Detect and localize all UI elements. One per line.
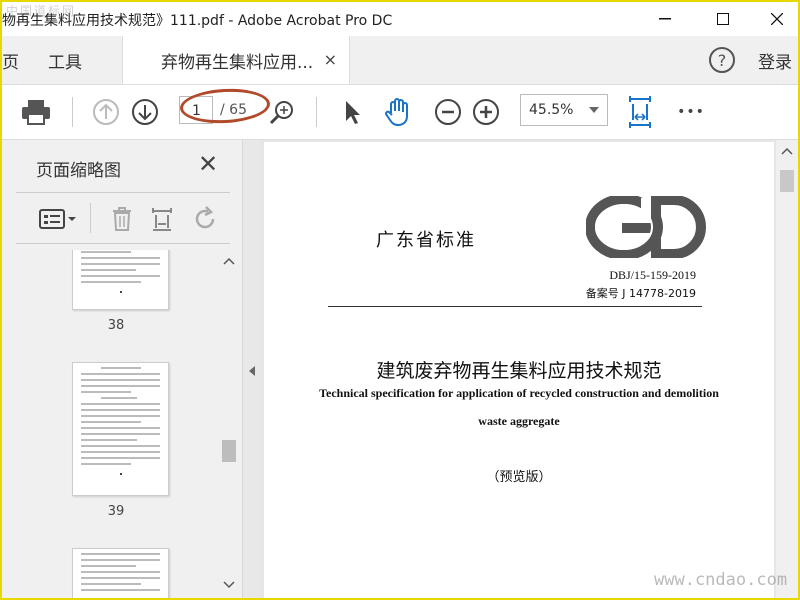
zoom-in-button[interactable] bbox=[470, 96, 502, 128]
pdf-page: 广东省标准 DBJ/15-159-2019 备案号 J 14778-2019 建… bbox=[264, 142, 774, 598]
help-button[interactable]: ? bbox=[708, 36, 740, 84]
scrollbar-thumb[interactable] bbox=[780, 170, 794, 192]
hand-tool-button[interactable] bbox=[382, 96, 414, 128]
zoom-out-button[interactable] bbox=[432, 96, 464, 128]
record-number: 备案号 J 14778-2019 bbox=[585, 287, 696, 300]
plus-circle-icon bbox=[473, 99, 499, 125]
maximize-icon bbox=[717, 13, 729, 25]
rotate-page-button[interactable] bbox=[192, 205, 220, 233]
standard-code: DBJ/15-159-2019 bbox=[609, 268, 696, 282]
minimize-button[interactable] bbox=[642, 2, 688, 36]
thumbnail-page-38[interactable] bbox=[72, 250, 169, 310]
toolbar-divider bbox=[316, 97, 317, 127]
tab-bar: 页 工具 弃物再生集料应用... × ? 登录 bbox=[2, 36, 798, 85]
thumbnail-scrollbar[interactable] bbox=[220, 250, 238, 598]
printer-icon bbox=[22, 100, 50, 125]
tab-document[interactable]: 弃物再生集料应用... × bbox=[122, 36, 350, 84]
gd-logo-icon bbox=[586, 196, 706, 258]
signin-label: 登录 bbox=[758, 52, 792, 73]
thumbnail-page-label: 39 bbox=[107, 504, 125, 519]
cursor-arrow-icon bbox=[346, 101, 360, 124]
svg-text:?: ? bbox=[718, 51, 727, 70]
chevron-down-icon bbox=[223, 581, 235, 589]
tab-home[interactable]: 页 bbox=[2, 36, 32, 84]
help-icon: ? bbox=[709, 47, 735, 73]
panel-toolbar bbox=[16, 192, 230, 244]
extract-page-button[interactable] bbox=[148, 205, 176, 233]
thumbnail-page-39[interactable] bbox=[72, 362, 169, 496]
chevron-left-icon bbox=[249, 366, 255, 376]
tab-home-label: 页 bbox=[2, 52, 19, 73]
panel-divider bbox=[90, 203, 91, 233]
watermark-bottom-right: www.cndao.com bbox=[654, 570, 788, 590]
minus-circle-icon bbox=[435, 99, 461, 125]
zoom-marquee-button[interactable] bbox=[266, 96, 298, 128]
toolbar-divider bbox=[72, 97, 73, 127]
fit-page-button[interactable] bbox=[624, 93, 656, 131]
print-button[interactable] bbox=[20, 96, 52, 128]
list-options-icon bbox=[39, 209, 76, 229]
document-title-en-line2: waste aggregate bbox=[478, 414, 560, 428]
scrollbar-thumb[interactable] bbox=[222, 440, 236, 462]
prev-page-button[interactable] bbox=[90, 96, 122, 128]
thumbnail-page-40[interactable] bbox=[72, 548, 169, 598]
panel-collapse-strip[interactable] bbox=[242, 140, 261, 598]
toolbar: ••• bbox=[2, 85, 798, 140]
document-title-en-line1: Technical specification for application … bbox=[319, 386, 719, 400]
standard-label: 广东省标准 bbox=[376, 230, 476, 251]
header-rule bbox=[328, 306, 702, 307]
tab-tools-label: 工具 bbox=[48, 52, 82, 73]
window-close-button[interactable] bbox=[754, 2, 798, 36]
tab-close-button[interactable]: × bbox=[324, 50, 337, 69]
delete-page-button[interactable] bbox=[108, 205, 136, 233]
zoom-value: 45.5% bbox=[529, 102, 574, 118]
document-scrollbar[interactable] bbox=[776, 140, 798, 598]
thumbnail-panel: 页面缩略图 ✕ 38 39 bbox=[2, 140, 242, 598]
panel-title: 页面缩略图 bbox=[36, 161, 121, 181]
chevron-up-icon bbox=[781, 147, 793, 155]
select-tool-button[interactable] bbox=[335, 96, 367, 128]
thumbnail-page-label: 38 bbox=[107, 318, 125, 333]
next-page-button[interactable] bbox=[129, 96, 161, 128]
zoom-select[interactable]: 45.5% bbox=[520, 94, 608, 126]
options-menu-button[interactable] bbox=[38, 205, 78, 233]
tab-tools[interactable]: 工具 bbox=[48, 36, 108, 84]
arrow-down-circle-icon bbox=[132, 99, 158, 125]
document-title-cn: 建筑废弃物再生集料应用技术规范 bbox=[376, 360, 662, 382]
more-tools-button[interactable]: ••• bbox=[676, 96, 706, 128]
signin-button[interactable]: 登录 bbox=[758, 36, 798, 84]
document-view[interactable]: 广东省标准 DBJ/15-159-2019 备案号 J 14778-2019 建… bbox=[260, 140, 798, 598]
maximize-button[interactable] bbox=[700, 2, 746, 36]
panel-close-button[interactable]: ✕ bbox=[198, 150, 218, 178]
page-extract-icon bbox=[152, 208, 172, 231]
thumbnail-list[interactable]: 38 39 bbox=[16, 250, 216, 598]
arrow-up-circle-icon bbox=[93, 99, 119, 125]
chevron-down-icon bbox=[589, 107, 599, 113]
rotate-icon bbox=[195, 206, 215, 229]
tab-document-label: 弃物再生集料应用... bbox=[161, 52, 314, 73]
title-bar: 物再生集料应用技术规范》111.pdf - Adobe Acrobat Pro … bbox=[2, 2, 798, 36]
hand-icon bbox=[385, 98, 408, 127]
watermark-top-left: 中国道标网 bbox=[6, 4, 77, 18]
close-icon bbox=[771, 13, 783, 25]
app-window: 物再生集料应用技术规范》111.pdf - Adobe Acrobat Pro … bbox=[0, 0, 800, 600]
chevron-up-icon bbox=[223, 257, 235, 265]
trash-icon bbox=[113, 207, 131, 231]
fit-page-icon bbox=[629, 96, 651, 128]
minimize-icon bbox=[659, 18, 671, 20]
preview-label: （预览版） bbox=[486, 470, 552, 485]
zoom-search-icon bbox=[269, 101, 293, 125]
